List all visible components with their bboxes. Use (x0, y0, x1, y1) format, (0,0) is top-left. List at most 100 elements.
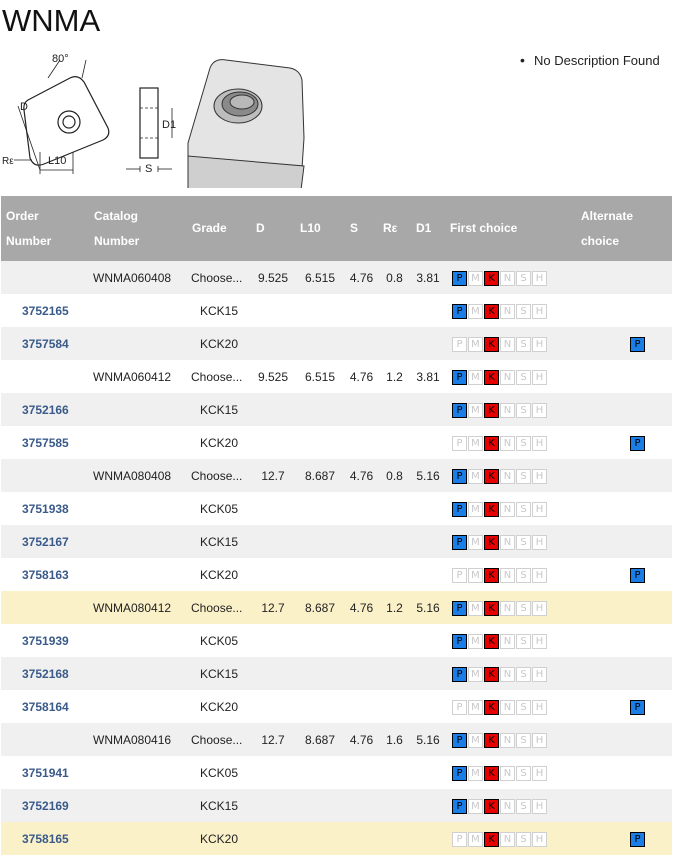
re-cell (378, 690, 411, 723)
order-number-cell (1, 591, 89, 624)
order-number-link[interactable]: 3758163 (5, 568, 69, 582)
iso-badge-k: K (484, 798, 499, 814)
iso-badge-p: P (452, 765, 467, 781)
d1-cell: 3.81 (416, 369, 440, 384)
table-row[interactable]: 3751941 KCK05 P M K N S H (1, 756, 672, 789)
l10-cell (295, 525, 345, 558)
catalog-number-cell (89, 657, 187, 690)
table-row[interactable]: 3752165 KCK15 P M K N S H (1, 294, 672, 327)
table-row[interactable]: 3758163 KCK20 P M K N S H P (1, 558, 672, 591)
order-number-cell: 3752165 (1, 294, 89, 327)
grade-select[interactable]: Choose... (187, 360, 251, 393)
s-cell (345, 492, 378, 525)
iso-badge-h: H (532, 699, 547, 715)
grade-select[interactable]: Choose... (187, 591, 251, 624)
grade-select[interactable]: Choose... (187, 459, 251, 492)
order-number-cell: 3757584 (1, 327, 89, 360)
order-number-link[interactable]: 3752165 (5, 304, 69, 318)
d1-cell (411, 327, 445, 360)
iso-badge-k: K (484, 633, 499, 649)
grade-cell: KCK20 (199, 567, 239, 582)
order-number-link[interactable]: 3752168 (5, 667, 69, 681)
d1-cell (411, 789, 445, 822)
iso-material-badges: PMKNSH (449, 501, 547, 517)
iso-badge-m: M (468, 633, 483, 649)
s-cell: 4.76 (345, 261, 378, 294)
col-s[interactable]: S (345, 196, 378, 261)
catalog-number-cell (89, 492, 187, 525)
col-re[interactable]: Rε (378, 196, 411, 261)
d-cell (251, 393, 295, 426)
iso-badge-p: P (452, 336, 467, 352)
table-row[interactable]: WNMA060412 Choose... 9.525 6.515 4.76 1.2 3.81… (1, 360, 672, 393)
table-row[interactable]: 3751938 KCK05 P M K N S H (1, 492, 672, 525)
catalog-number-cell (89, 690, 187, 723)
iso-badge-h: H (532, 534, 547, 550)
table-row[interactable]: 3752168 KCK15 P M K N S H (1, 657, 672, 690)
d1-cell (411, 492, 445, 525)
table-row[interactable]: 3757584 KCK20 P M K N S H P (1, 327, 672, 360)
d1-cell (411, 525, 445, 558)
l10-cell (295, 756, 345, 789)
col-d[interactable]: D (251, 196, 295, 261)
iso-badge-h: H (532, 402, 547, 418)
table-row[interactable]: 3751939 KCK05 P M K N S H (1, 624, 672, 657)
order-number-link[interactable]: 3752169 (5, 799, 69, 813)
table-row[interactable]: 3758164 KCK20 P M K N S H P (1, 690, 672, 723)
iso-badge-k: K (484, 303, 499, 319)
grade-select[interactable]: Choose... (187, 723, 251, 756)
table-row[interactable]: WNMA080412 Choose... 12.7 8.687 4.76 1.2 5.16 P… (1, 591, 672, 624)
catalog-number-cell (89, 294, 187, 327)
table-row[interactable]: 3752167 KCK15 P M K N S H (1, 525, 672, 558)
d-cell: 12.7 (251, 459, 295, 492)
col-l10[interactable]: L10 (295, 196, 345, 261)
table-row[interactable]: WNMA080408 Choose... 12.7 8.687 4.76 0.8 5.16 P… (1, 459, 672, 492)
col-grade[interactable]: Grade (187, 196, 251, 261)
col-order-number[interactable]: Order Number (1, 196, 89, 261)
table-row[interactable]: WNMA080416 Choose... 12.7 8.687 4.76 1.6 5.16 P… (1, 723, 672, 756)
col-first-choice[interactable]: First choice (445, 196, 576, 261)
table-row[interactable]: 3752169 KCK15 P M K N S H (1, 789, 672, 822)
d-cell (251, 558, 295, 591)
col-catalog-number[interactable]: Catalog Number (89, 196, 187, 261)
re-cell: 1.2 (378, 591, 411, 624)
alternate-choice-cell (576, 261, 672, 294)
iso-badge-n: N (500, 633, 515, 649)
l10-cell (295, 657, 345, 690)
grade-select[interactable]: Choose... (187, 261, 251, 294)
insert-diagram: 80° D Rε L10 D1 S (2, 53, 305, 188)
re-cell: 0.8 (378, 261, 411, 294)
col-alternate-choice[interactable]: Alternate choice (576, 196, 672, 261)
iso-badge-p: P (630, 567, 645, 583)
d-cell (251, 492, 295, 525)
d1-cell (411, 393, 445, 426)
iso-badge-m: M (468, 435, 483, 451)
catalog-number-cell: WNMA080412 (89, 591, 187, 624)
table-row[interactable]: 3752166 KCK15 P M K N S H (1, 393, 672, 426)
order-number-link[interactable]: 3757585 (5, 436, 69, 450)
order-number-link[interactable]: 3752166 (5, 403, 69, 417)
order-number-link[interactable]: 3751941 (5, 766, 69, 780)
order-number-link[interactable]: 3758165 (5, 832, 69, 846)
order-number-link[interactable]: 3757584 (5, 337, 69, 351)
alternate-choice-cell (576, 492, 672, 525)
iso-badge-h: H (532, 567, 547, 583)
alternate-choice-cell: P (576, 558, 672, 591)
table-row[interactable]: 3758165 KCK20 P M K N S H P (1, 822, 672, 855)
table-header-row: Order Number Catalog Number Grade D L10 S … (1, 196, 672, 261)
iso-badge-n: N (500, 765, 515, 781)
order-number-link[interactable]: 3752167 (5, 535, 69, 549)
table-row[interactable]: 3757585 KCK20 P M K N S H P (1, 426, 672, 459)
l10-cell (295, 822, 345, 855)
catalog-number-cell: WNMA080408 (89, 459, 187, 492)
l10-cell (295, 789, 345, 822)
catalog-number-cell (89, 789, 187, 822)
catalog-number-cell (89, 822, 187, 855)
iso-badge-h: H (532, 369, 547, 385)
order-number-link[interactable]: 3758164 (5, 700, 69, 714)
col-d1[interactable]: D1 (411, 196, 445, 261)
order-number-link[interactable]: 3751939 (5, 634, 69, 648)
table-row[interactable]: WNMA060408 Choose... 9.525 6.515 4.76 0.8 3.81… (1, 261, 672, 294)
order-number-link[interactable]: 3751938 (5, 502, 69, 516)
re-cell: 1.2 (386, 369, 403, 384)
